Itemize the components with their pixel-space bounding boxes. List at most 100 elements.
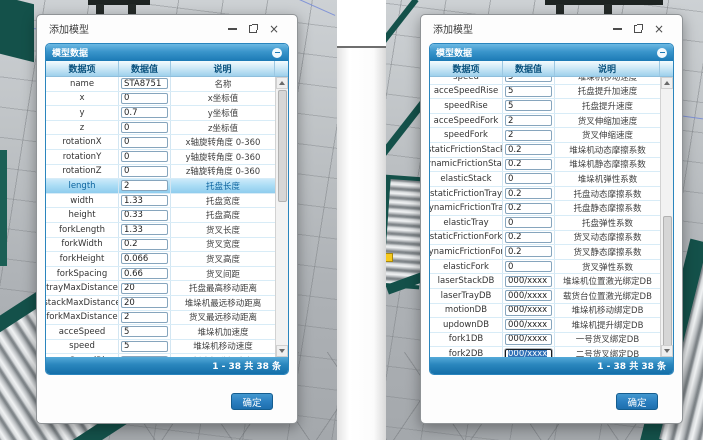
value-input[interactable]: 0	[121, 166, 168, 177]
scroll-up-button[interactable]	[661, 77, 673, 89]
table-row[interactable]: width1.33托盘宽度	[46, 194, 275, 209]
table-row[interactable]: y0.7y坐标值	[46, 106, 275, 121]
value-input[interactable]: 2	[121, 312, 168, 323]
table-row[interactable]: staticFrictionStack0.2堆垛机动态摩擦系数	[430, 143, 660, 158]
value-input[interactable]: 000/xxxx	[505, 276, 552, 287]
table-row[interactable]: forkMaxDistance2货叉最远移动距离	[46, 311, 275, 326]
value-input[interactable]: 0.2	[505, 203, 552, 214]
value-input[interactable]: 5	[505, 77, 552, 82]
value-input[interactable]: STA8751	[121, 78, 168, 89]
scroll-down-button[interactable]	[276, 345, 288, 357]
value-input[interactable]: 0.33	[121, 210, 168, 221]
table-row[interactable]: speed5堆垛机移动速度	[430, 77, 660, 85]
table-row[interactable]: speedFork2货叉伸缩速度	[430, 128, 660, 143]
value-input[interactable]: 5	[121, 341, 168, 352]
table-row[interactable]: fork1DB000/xxxx一号货叉绑定DB	[430, 333, 660, 348]
scroll-down-button[interactable]	[661, 345, 673, 357]
table-row[interactable]: rotationY0y轴旋转角度 0-360	[46, 150, 275, 165]
table-row[interactable]: forkSpacing0.66货叉间距	[46, 267, 275, 282]
value-input[interactable]: 5	[121, 326, 168, 337]
column-header-value[interactable]: 数据值	[119, 61, 171, 76]
value-input[interactable]: 0.2	[505, 144, 552, 155]
value-input[interactable]: 0.066	[121, 253, 168, 264]
value-input[interactable]: 0	[121, 93, 168, 104]
close-button[interactable]: ×	[653, 23, 665, 35]
value-input[interactable]: 0.66	[121, 268, 168, 279]
table-row[interactable]: elasticFork0货叉弹性系数	[430, 260, 660, 275]
scrollbar-thumb[interactable]	[278, 90, 287, 202]
value-input[interactable]: 2	[505, 130, 552, 141]
value-input[interactable]: 0	[505, 217, 552, 228]
collapse-icon[interactable]	[272, 48, 282, 58]
table-row[interactable]: forkLength1.33货叉长度	[46, 223, 275, 238]
value-input[interactable]: 0.2	[121, 239, 168, 250]
maximize-button[interactable]	[632, 23, 644, 35]
value-input[interactable]: 000/xxxx	[505, 305, 552, 316]
minimize-button[interactable]	[611, 23, 623, 35]
value-input[interactable]: 0	[505, 173, 552, 184]
table-row[interactable]: dynamicFrictionFork0.2货叉静态摩擦系数	[430, 245, 660, 260]
table-row[interactable]: motionDB000/xxxx堆垛机移动绑定DB	[430, 304, 660, 319]
table-row[interactable]: dynamicFrictionStack0.2堆垛机静态摩擦系数	[430, 158, 660, 173]
value-input[interactable]: 1.33	[121, 224, 168, 235]
table-row[interactable]: nameSTA8751名称	[46, 77, 275, 92]
value-input[interactable]: 0.7	[121, 107, 168, 118]
table-row[interactable]: forkWidth0.2货叉宽度	[46, 238, 275, 253]
vertical-scrollbar[interactable]	[275, 77, 288, 357]
value-input[interactable]: 0	[121, 122, 168, 133]
value-input[interactable]: 000/xxxx	[505, 349, 552, 357]
value-input[interactable]: 0.2	[505, 159, 552, 170]
maximize-button[interactable]	[247, 23, 259, 35]
table-row[interactable]: height0.33托盘高度	[46, 208, 275, 223]
table-row[interactable]: acceSpeed5堆垛机加速度	[46, 325, 275, 340]
value-input[interactable]: 0	[505, 261, 552, 272]
column-header-item[interactable]: 数据项	[430, 61, 503, 76]
table-row[interactable]: elasticTray0托盘弹性系数	[430, 216, 660, 231]
confirm-button[interactable]: 确定	[231, 393, 273, 410]
value-input[interactable]: 5	[505, 86, 552, 97]
table-row[interactable]: rotationX0x轴旋转角度 0-360	[46, 135, 275, 150]
value-input[interactable]: 5	[121, 356, 168, 357]
value-input[interactable]: 0	[121, 137, 168, 148]
table-row[interactable]: acceSpeedRise5托盘提升加速度	[430, 85, 660, 100]
scroll-up-button[interactable]	[276, 77, 288, 89]
minimize-button[interactable]	[226, 23, 238, 35]
value-input[interactable]: 2	[121, 180, 168, 191]
value-input[interactable]: 0.2	[505, 188, 552, 199]
table-row[interactable]: staticFrictionFork0.2货叉动态摩擦系数	[430, 231, 660, 246]
table-row[interactable]: stackMaxDistance20堆垛机最远移动距离	[46, 296, 275, 311]
table-row[interactable]: length2托盘长度	[46, 179, 275, 194]
table-row[interactable]: updownDB000/xxxx堆垛机提升绑定DB	[430, 318, 660, 333]
table-row[interactable]: x0x坐标值	[46, 92, 275, 107]
collapse-icon[interactable]	[657, 48, 667, 58]
table-row[interactable]: forkHeight0.066货叉高度	[46, 252, 275, 267]
vertical-scrollbar[interactable]	[660, 77, 673, 357]
value-input[interactable]: 0.2	[505, 246, 552, 257]
table-row[interactable]: rotationZ0z轴旋转角度 0-360	[46, 165, 275, 180]
close-button[interactable]: ×	[268, 23, 280, 35]
table-row[interactable]: speed5堆垛机移动速度	[46, 340, 275, 355]
confirm-button[interactable]: 确定	[616, 393, 658, 410]
column-header-desc[interactable]: 说明	[171, 61, 275, 76]
value-input[interactable]: 2	[505, 115, 552, 126]
table-row[interactable]: laserStackDB000/xxxx堆垛机位置激光绑定DB	[430, 274, 660, 289]
table-row[interactable]: staticFrictionTray0.2托盘动态摩擦系数	[430, 187, 660, 202]
value-input[interactable]: 0.2	[505, 232, 552, 243]
value-input[interactable]: 1.33	[121, 195, 168, 206]
value-input[interactable]: 20	[121, 283, 168, 294]
value-input[interactable]: 000/xxxx	[505, 290, 552, 301]
table-row[interactable]: acceSpeedFork2货叉伸缩加速度	[430, 114, 660, 129]
table-row[interactable]: dynamicFrictionTray0.2托盘静态摩擦系数	[430, 201, 660, 216]
table-row[interactable]: fork2DB000/xxxx二号货叉绑定DB	[430, 347, 660, 357]
column-header-value[interactable]: 数据值	[503, 61, 555, 76]
table-row[interactable]: laserTrayDB000/xxxx载货台位置激光绑定DB	[430, 289, 660, 304]
value-input[interactable]: 000/xxxx	[505, 319, 552, 330]
column-header-desc[interactable]: 说明	[555, 61, 660, 76]
table-row[interactable]: acceSpeedRise5托盘提升加速度	[46, 354, 275, 357]
table-row[interactable]: speedRise5托盘提升速度	[430, 99, 660, 114]
value-input[interactable]: 0	[121, 151, 168, 162]
value-input[interactable]: 000/xxxx	[505, 334, 552, 345]
value-input[interactable]: 5	[505, 100, 552, 111]
column-header-item[interactable]: 数据项	[46, 61, 119, 76]
table-row[interactable]: elasticStack0堆垛机弹性系数	[430, 172, 660, 187]
